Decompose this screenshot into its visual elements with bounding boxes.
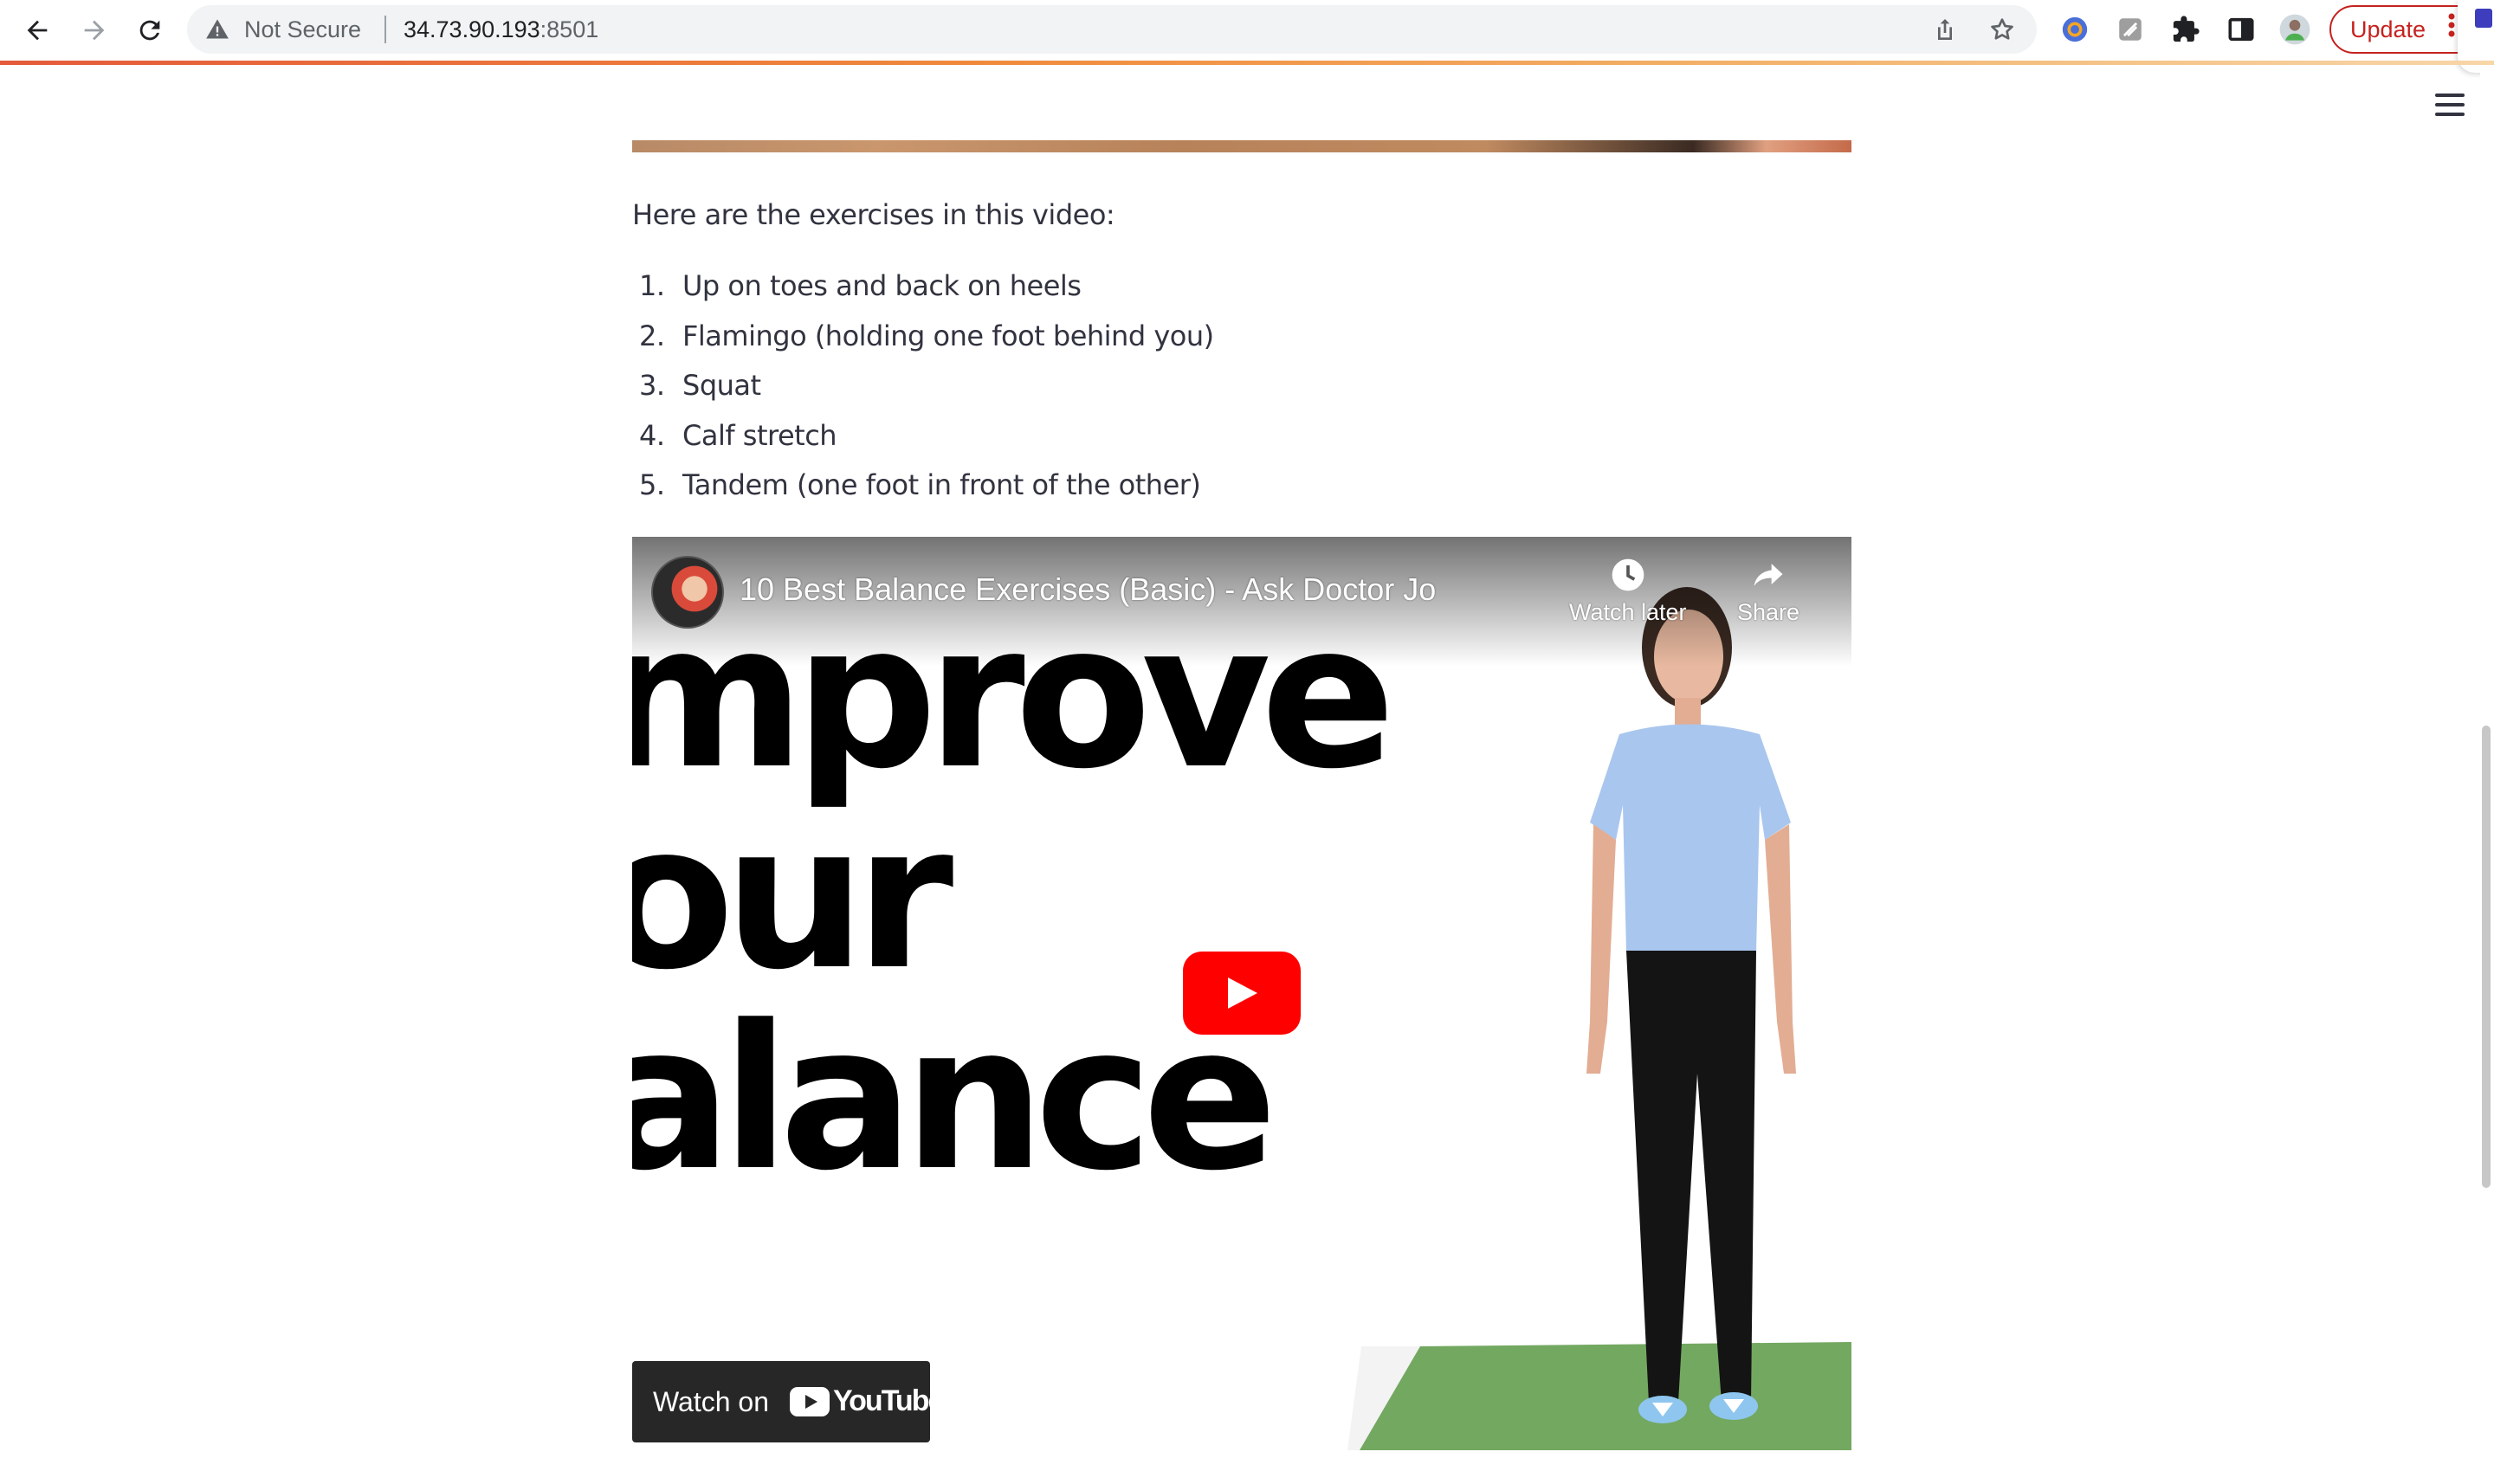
share-video-button[interactable]: Share: [1737, 556, 1799, 626]
profile-avatar-icon[interactable]: [2278, 12, 2312, 47]
clock-icon: [1612, 558, 1644, 591]
list-text: Squat: [682, 369, 761, 402]
watch-later-button[interactable]: Watch later: [1569, 556, 1687, 626]
side-panel-icon[interactable]: [2224, 12, 2258, 47]
forward-button[interactable]: [76, 12, 113, 48]
scrollbar-thumb[interactable]: [2482, 726, 2491, 1188]
extensions-puzzle-icon[interactable]: [2168, 12, 2203, 47]
watch-on-youtube-button[interactable]: Watch on YouTube: [632, 1361, 944, 1442]
thumbnail-headline: mprove our alance: [632, 597, 1396, 1200]
url-port: :8501: [540, 16, 599, 42]
reload-icon: [139, 20, 160, 41]
list-number: 5.: [639, 468, 665, 501]
list-text: Up on toes and back on heels: [682, 269, 1082, 302]
list-text: Flamingo (holding one foot behind you): [682, 319, 1214, 352]
watch-on-label: Watch on: [653, 1386, 769, 1417]
more-menu-icon[interactable]: [2447, 12, 2456, 38]
list-number: 3.: [639, 369, 665, 402]
extension-chrome-icon[interactable]: [2058, 12, 2092, 47]
bookmark-star-icon[interactable]: [1988, 16, 2016, 43]
previous-image-bottom-edge: [632, 140, 1851, 152]
share-label: Share: [1737, 599, 1800, 625]
back-button[interactable]: [19, 12, 55, 48]
share-page-icon[interactable]: [1931, 16, 1959, 43]
exercises-intro-text: Here are the exercises in this video:: [632, 198, 1115, 231]
forward-arrow-icon: [84, 20, 105, 41]
video-title[interactable]: 10 Best Balance Exercises (Basic) - Ask …: [740, 571, 1436, 608]
address-bar[interactable]: Not Secure 34.73.90.193:8501: [187, 5, 2037, 54]
extension-notes-icon[interactable]: [2113, 12, 2148, 47]
corner-popup-icon: [2475, 9, 2492, 28]
list-text: Tandem (one foot in front of the other): [682, 468, 1201, 501]
play-button[interactable]: [1183, 952, 1301, 1035]
list-number: 2.: [639, 319, 665, 352]
reload-button[interactable]: [132, 12, 168, 48]
address-separator: [384, 16, 386, 43]
play-icon: [1228, 978, 1257, 1009]
toolbar-accent-line: [0, 61, 2494, 65]
main-menu-icon[interactable]: [2435, 92, 2466, 118]
url-text[interactable]: 34.73.90.193:8501: [404, 16, 598, 43]
youtube-video-embed[interactable]: mprove our alance 10 Best Balance Exerci…: [632, 537, 1851, 1450]
warning-icon: [206, 19, 229, 39]
browser-toolbar: Not Secure 34.73.90.193:8501 Update: [0, 0, 2494, 73]
back-arrow-icon: [27, 20, 48, 41]
channel-avatar[interactable]: [651, 556, 724, 629]
security-status-label[interactable]: Not Secure: [244, 16, 361, 43]
list-text: Calf stretch: [682, 418, 837, 452]
watch-later-label: Watch later: [1569, 599, 1687, 625]
url-host: 34.73.90.193: [404, 16, 540, 42]
list-number: 4.: [639, 418, 665, 452]
list-number: 1.: [639, 269, 665, 302]
youtube-logo-icon: [790, 1387, 830, 1416]
instructor-figure: [1586, 587, 1796, 1423]
update-label: Update: [2350, 16, 2426, 42]
share-arrow-icon: [1754, 564, 1783, 586]
youtube-wordmark: YouTube: [833, 1384, 944, 1417]
